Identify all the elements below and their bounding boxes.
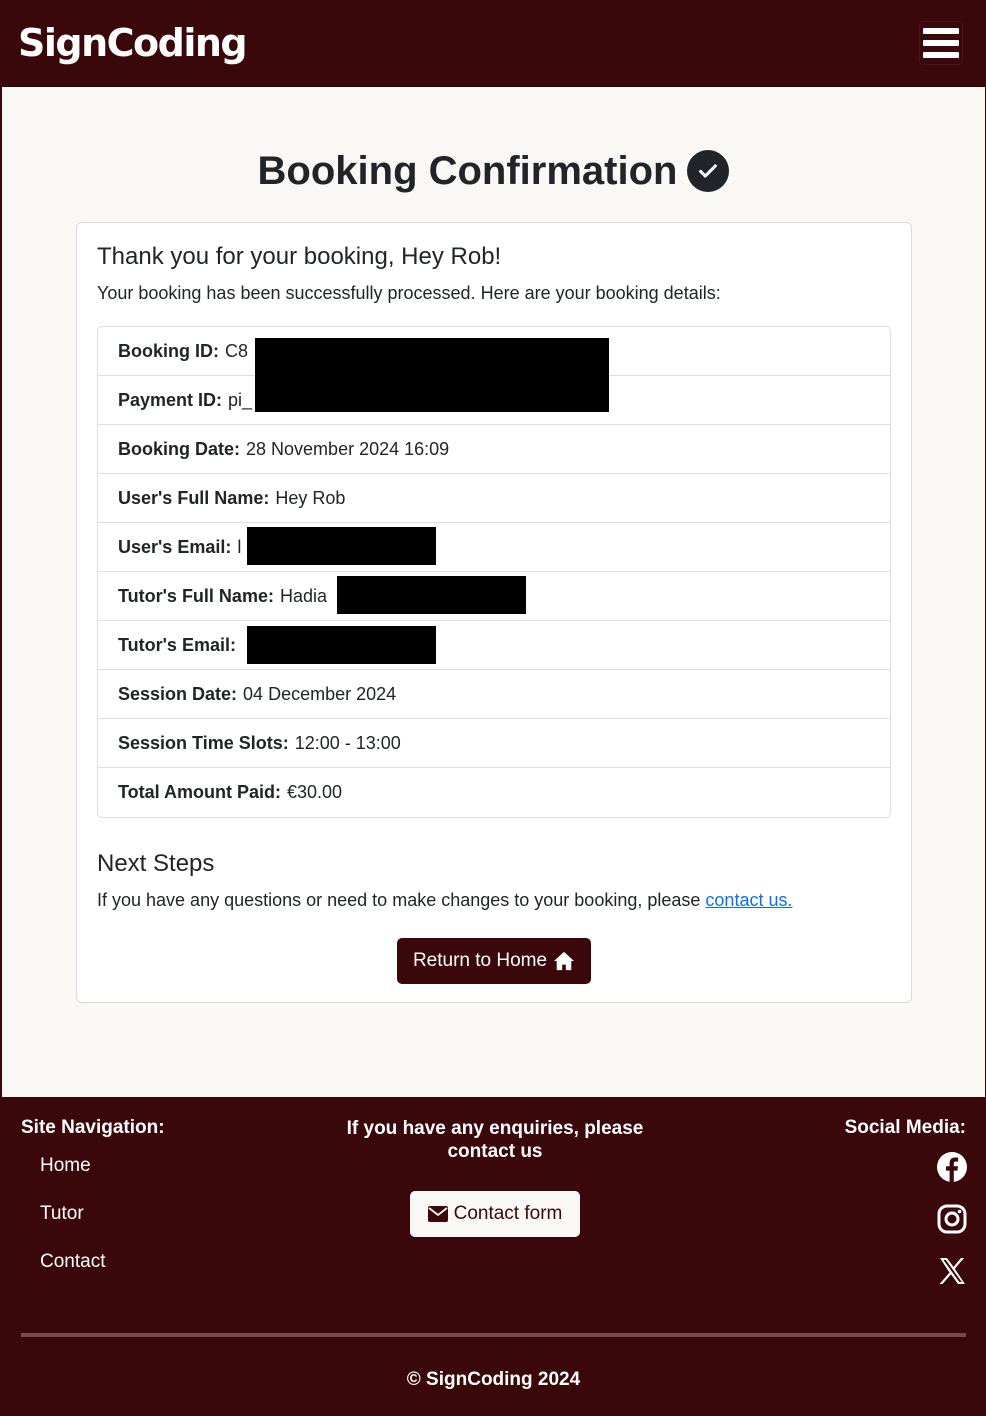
detail-value: 12:00 - 13:00	[294, 732, 401, 753]
contact-us-link[interactable]: contact us.	[705, 890, 792, 910]
detail-user-email: User's Email: l	[98, 523, 890, 572]
footer-social-heading: Social Media:	[844, 1117, 966, 1138]
detail-label: Payment ID:	[118, 389, 223, 410]
detail-label: Booking ID:	[118, 340, 219, 361]
footer-contact-text: If you have any enquiries, please contac…	[346, 1118, 644, 1162]
return-home-label: Return to Home	[412, 950, 548, 971]
main-content: Booking Confirmation Thank you for your …	[2, 87, 985, 1097]
next-steps-text: If you have any questions or need to mak…	[97, 890, 891, 911]
contact-form-label: Contact form	[453, 1203, 563, 1224]
detail-value: 28 November 2024 16:09	[246, 438, 450, 459]
redaction-box	[247, 626, 436, 664]
detail-value: Hey Rob	[275, 487, 346, 508]
detail-value: Hadia	[279, 585, 327, 606]
detail-value: C8	[225, 340, 249, 361]
detail-label: User's Full Name:	[118, 487, 270, 508]
detail-tutor-email: Tutor's Email:	[98, 621, 890, 670]
site-footer: Site Navigation: Home Tutor Contact If y…	[2, 1097, 985, 1416]
next-steps-body: If you have any questions or need to mak…	[97, 890, 701, 910]
detail-tutor-name: Tutor's Full Name: Hadia	[98, 572, 890, 621]
page-title: Booking Confirmation	[2, 87, 985, 222]
detail-label: Booking Date:	[118, 438, 241, 459]
page-title-text: Booking Confirmation	[257, 149, 678, 193]
thank-you-heading: Thank you for your booking, Hey Rob!	[97, 243, 502, 270]
footer-contact: If you have any enquiries, please contac…	[342, 1117, 648, 1237]
contact-form-button[interactable]: Contact form	[410, 1191, 580, 1237]
hamburger-icon[interactable]	[919, 21, 963, 65]
detail-user-name: User's Full Name: Hey Rob	[98, 474, 890, 523]
x-icon[interactable]	[936, 1255, 968, 1287]
footer-link-tutor[interactable]: Tutor	[40, 1199, 165, 1247]
footer-social: Social Media:	[844, 1117, 968, 1307]
next-steps-heading: Next Steps	[97, 850, 215, 877]
brand-logo[interactable]: SignCoding	[18, 21, 248, 65]
detail-value: pi_	[228, 389, 253, 410]
facebook-icon[interactable]	[936, 1151, 968, 1183]
footer-nav-heading: Site Navigation:	[21, 1117, 165, 1138]
detail-booking-date: Booking Date: 28 November 2024 16:09	[98, 425, 890, 474]
detail-label: Session Time Slots:	[118, 732, 289, 753]
detail-label: User's Email:	[118, 536, 232, 557]
instagram-icon[interactable]	[936, 1203, 968, 1235]
detail-total-amount: Total Amount Paid: €30.00	[98, 768, 890, 817]
redaction-box	[337, 576, 526, 614]
detail-session-date: Session Date: 04 December 2024	[98, 670, 890, 719]
detail-label: Session Date:	[118, 683, 238, 704]
detail-payment-id: Payment ID: pi_	[98, 376, 890, 425]
detail-label: Tutor's Email:	[118, 634, 236, 655]
footer-link-contact[interactable]: Contact	[40, 1247, 165, 1295]
return-home-button[interactable]: Return to Home	[397, 938, 591, 984]
detail-session-time: Session Time Slots: 12:00 - 13:00	[98, 719, 890, 768]
detail-value: 04 December 2024	[243, 683, 397, 704]
booking-intro: Your booking has been successfully proce…	[97, 283, 721, 303]
footer-divider	[21, 1333, 966, 1337]
detail-value: €30.00	[286, 782, 343, 802]
detail-booking-id: Booking ID: C8	[98, 327, 890, 412]
navbar: SignCoding	[2, 0, 985, 87]
home-icon	[554, 951, 575, 971]
detail-value: l	[237, 536, 242, 557]
check-circle-icon	[687, 150, 730, 192]
envelope-icon	[427, 1206, 448, 1222]
detail-label: Tutor's Full Name:	[118, 585, 274, 606]
copyright-text: © SignCoding 2024	[406, 1369, 581, 1390]
footer-link-home[interactable]: Home	[40, 1151, 165, 1199]
booking-details-list: Booking ID: C8 Payment ID: pi_ Booking Dat…	[97, 326, 891, 818]
footer-navigation: Site Navigation: Home Tutor Contact	[21, 1117, 165, 1295]
redaction-box	[247, 527, 436, 565]
booking-card: Thank you for your booking, Hey Rob! You…	[76, 222, 912, 1003]
detail-label: Total Amount Paid:	[118, 782, 281, 802]
